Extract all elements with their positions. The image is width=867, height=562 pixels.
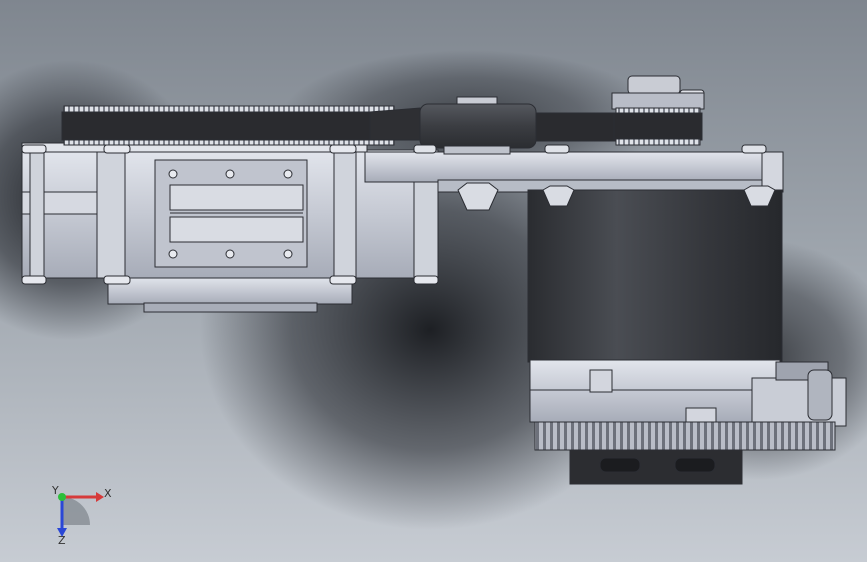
screw (225, 249, 235, 259)
assembly-view[interactable]: X Y Z (0, 0, 867, 562)
motor-clip (685, 407, 717, 423)
bolt-head (413, 275, 439, 285)
bolt-head (329, 275, 357, 285)
housing-rib (96, 149, 126, 279)
motor-fan-slot (599, 457, 641, 473)
bolt-head (21, 275, 47, 285)
housing-window-slot-top (169, 184, 304, 211)
housing-bottom-flange (143, 302, 318, 313)
idler-wheel (419, 103, 537, 149)
motor-endbell (529, 359, 781, 423)
motor-gear-ring (534, 421, 836, 451)
motor-connector-knob (807, 369, 833, 421)
plate-bar (364, 151, 784, 183)
idler-shaft (443, 145, 511, 155)
bolt-head (21, 144, 47, 154)
sprocket-cap (627, 75, 681, 95)
screw (283, 249, 293, 259)
housing-bottom-boss (107, 276, 353, 305)
belt-upper (369, 107, 421, 141)
housing-rib (333, 149, 357, 279)
sprocket-collar (611, 92, 705, 110)
idler-pulley[interactable] (419, 96, 537, 155)
motor-fan-slot (674, 457, 716, 473)
triad-y-origin (58, 493, 66, 501)
screw (225, 169, 235, 179)
bolt-head (103, 275, 131, 285)
cad-viewport[interactable]: X Y Z (0, 0, 867, 562)
screw (283, 169, 293, 179)
screw (168, 169, 178, 179)
motor-fan (569, 449, 743, 485)
motor-can (527, 189, 783, 363)
bolt-head (329, 144, 357, 154)
sprocket-body (61, 111, 397, 141)
triad-x-label: X (104, 487, 112, 500)
housing-rib (29, 149, 45, 279)
housing-window-slot-bottom (169, 216, 304, 243)
bolt-head (103, 144, 131, 154)
large-sprocket[interactable] (61, 105, 397, 146)
screw (168, 249, 178, 259)
motor-clip (589, 369, 613, 393)
sprocket-teeth-bottom (615, 138, 701, 146)
sprocket-wheel (613, 112, 703, 141)
triad-z-label: Z (58, 534, 66, 547)
triad-y-label: Y (51, 484, 59, 497)
